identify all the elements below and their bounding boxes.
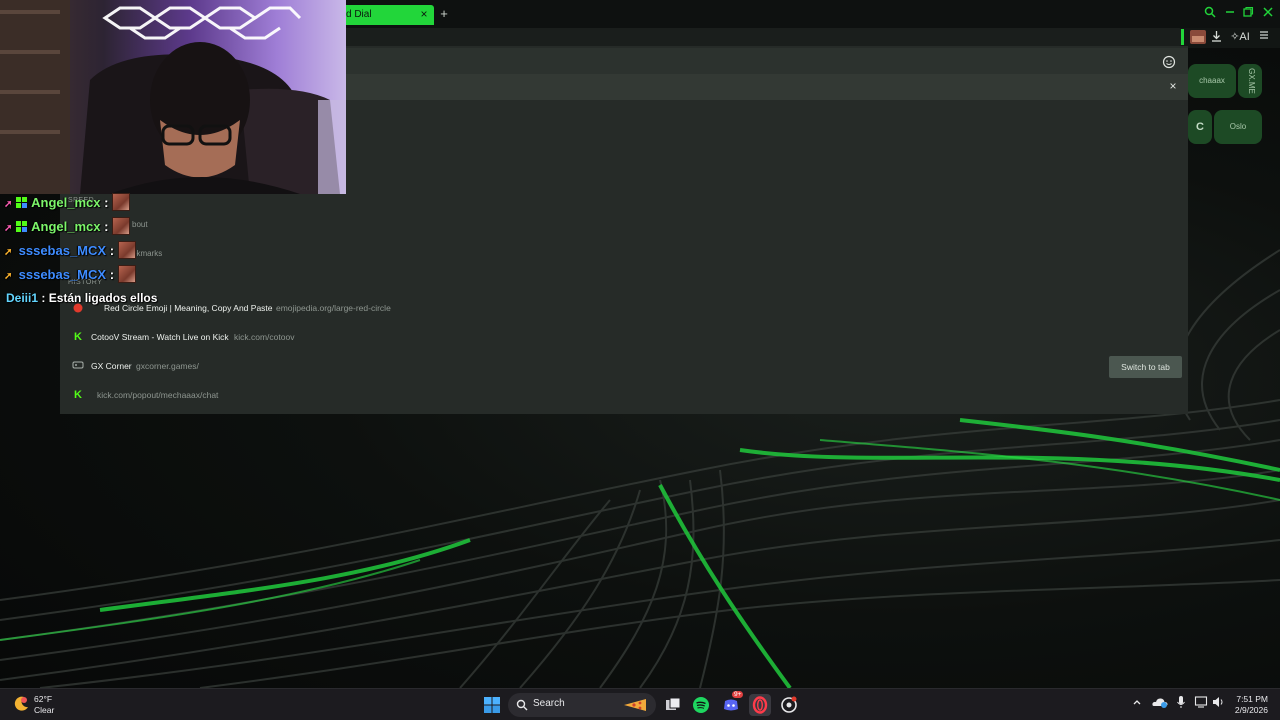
download-icon[interactable] <box>1209 30 1223 44</box>
suggestion-url: kick.com/popout/mechaaax/chat <box>97 390 219 400</box>
microphone-icon[interactable] <box>1175 695 1189 713</box>
weather-condition[interactable]: Clear <box>34 705 54 715</box>
suggestion-row[interactable]: K kick.com/popout/mechaaax/chat <box>66 384 1184 406</box>
flame-badge-icon: ➚ <box>4 199 13 210</box>
emote-icon <box>117 265 136 283</box>
chat-message: Deiii1 : Están ligados ellos <box>6 291 157 313</box>
search-label: Search <box>533 698 565 709</box>
address-bar[interactable] <box>340 28 1182 46</box>
smiley-icon[interactable] <box>1162 55 1176 69</box>
sub-badge-icon <box>16 221 27 232</box>
suggestion-title: CotooV Stream - Watch Live on Kick <box>91 332 229 342</box>
weather-moon-icon[interactable] <box>12 695 30 713</box>
speed-dial-tile-label: C <box>1196 121 1204 133</box>
chat-message: ➚ Angel_mcx : <box>4 217 131 239</box>
tab-label: d Dial <box>346 9 372 20</box>
chat-separator: : <box>41 291 46 305</box>
chat-message: ➚ sssebas_MCX : <box>4 241 136 263</box>
search-tabs-icon[interactable] <box>1202 6 1218 22</box>
chat-separator: : <box>109 243 115 258</box>
suggestion-title: GX Corner <box>91 361 132 371</box>
speed-dial-tile[interactable]: GX.ME <box>1238 64 1262 98</box>
chevron-up-icon[interactable] <box>1131 695 1145 713</box>
emote-icon <box>117 241 136 259</box>
extension-avatar-icon[interactable] <box>1189 30 1207 44</box>
sidebar-marker <box>1181 29 1184 45</box>
chat-separator: : <box>109 267 115 282</box>
steelseries-icon[interactable] <box>778 694 800 716</box>
emote-icon <box>112 193 131 211</box>
suggestion-row[interactable]: GX Corner gxcorner.games/ <box>66 355 1184 377</box>
pizza-search-highlight-icon <box>624 699 646 711</box>
clock-date[interactable]: 2/9/2026 <box>1224 705 1268 715</box>
suggestion-url: emojipedia.org/large-red-circle <box>276 303 391 313</box>
opera-gx-icon[interactable] <box>749 694 771 716</box>
maximize-icon[interactable] <box>1240 6 1256 22</box>
chat-username[interactable]: Angel_mcx <box>31 219 100 234</box>
suggestion-url: kick.com/cotoov <box>234 332 295 342</box>
webcam-overlay <box>0 0 346 194</box>
menu-icon[interactable] <box>1257 30 1271 44</box>
emote-icon <box>112 217 131 235</box>
task-view-icon[interactable] <box>662 694 684 716</box>
taskbar-search[interactable]: Search <box>508 693 656 717</box>
sub-badge-icon <box>16 197 27 208</box>
kick-icon: K <box>74 331 82 343</box>
ai-button[interactable]: ✧AI <box>1228 30 1252 44</box>
speed-dial-tile[interactable]: C <box>1188 110 1212 144</box>
new-tab-button[interactable]: + <box>437 7 451 21</box>
kick-icon: K <box>74 389 82 401</box>
speed-dial-tile-label: Oslo <box>1229 122 1247 131</box>
chat-username[interactable]: sssebas_MCX <box>19 243 106 258</box>
switch-to-tab-button[interactable]: Switch to tab <box>1109 356 1182 378</box>
suggestion-row[interactable]: Red Circle Emoji | Meaning, Copy And Pas… <box>66 297 1184 319</box>
network-icon[interactable] <box>1194 695 1210 713</box>
search-icon <box>516 699 528 711</box>
about-link[interactable]: bout <box>132 220 148 229</box>
discord-icon[interactable]: 9+ <box>720 691 744 716</box>
dropdown-close-icon[interactable]: × <box>1166 79 1180 93</box>
taskbar: 62°F Clear Search 9+ 7:51 PM 2/9/2026 <box>0 688 1280 720</box>
flame-badge-icon: ➚ <box>4 271 13 282</box>
speed-dial-tile-label: chaaax <box>1199 76 1225 85</box>
close-window-icon[interactable] <box>1260 6 1276 22</box>
chat-separator: : <box>104 219 109 234</box>
discord-badge: 9+ <box>732 691 744 698</box>
suggestion-row[interactable]: K CotooV Stream - Watch Live on Kick kic… <box>66 326 1184 348</box>
speed-dial-tile-label: GX.ME <box>1246 68 1256 94</box>
suggestion-url: gxcorner.games/ <box>136 361 199 371</box>
bookmarks-link[interactable]: okmarks <box>132 249 162 258</box>
flame-badge-icon: ➚ <box>4 223 13 234</box>
chat-username[interactable]: sssebas_MCX <box>19 267 106 282</box>
speed-dial-tile[interactable]: Oslo <box>1214 110 1262 144</box>
chat-separator: : <box>104 195 109 210</box>
chat-message: ➚ Angel_mcx : <box>4 193 131 215</box>
ai-label: AI <box>1239 31 1250 43</box>
windows-start-icon[interactable] <box>481 694 503 716</box>
minimize-icon[interactable] <box>1222 6 1238 22</box>
weather-temp[interactable]: 62°F <box>34 694 52 704</box>
spotify-icon[interactable] <box>690 694 712 716</box>
clock-time[interactable]: 7:51 PM <box>1228 694 1268 704</box>
speed-dial-tile[interactable]: chaaax <box>1188 64 1236 98</box>
chat-username[interactable]: Deiii1 <box>6 291 38 305</box>
chat-text: Están ligados ellos <box>48 291 158 305</box>
gamepad-icon <box>72 360 84 372</box>
tab-close-icon[interactable]: × <box>418 7 430 21</box>
chat-message: ➚ sssebas_MCX : <box>4 265 136 287</box>
flame-badge-icon: ➚ <box>4 247 13 258</box>
onedrive-icon[interactable] <box>1151 695 1169 713</box>
chat-username[interactable]: Angel_mcx <box>31 195 100 210</box>
